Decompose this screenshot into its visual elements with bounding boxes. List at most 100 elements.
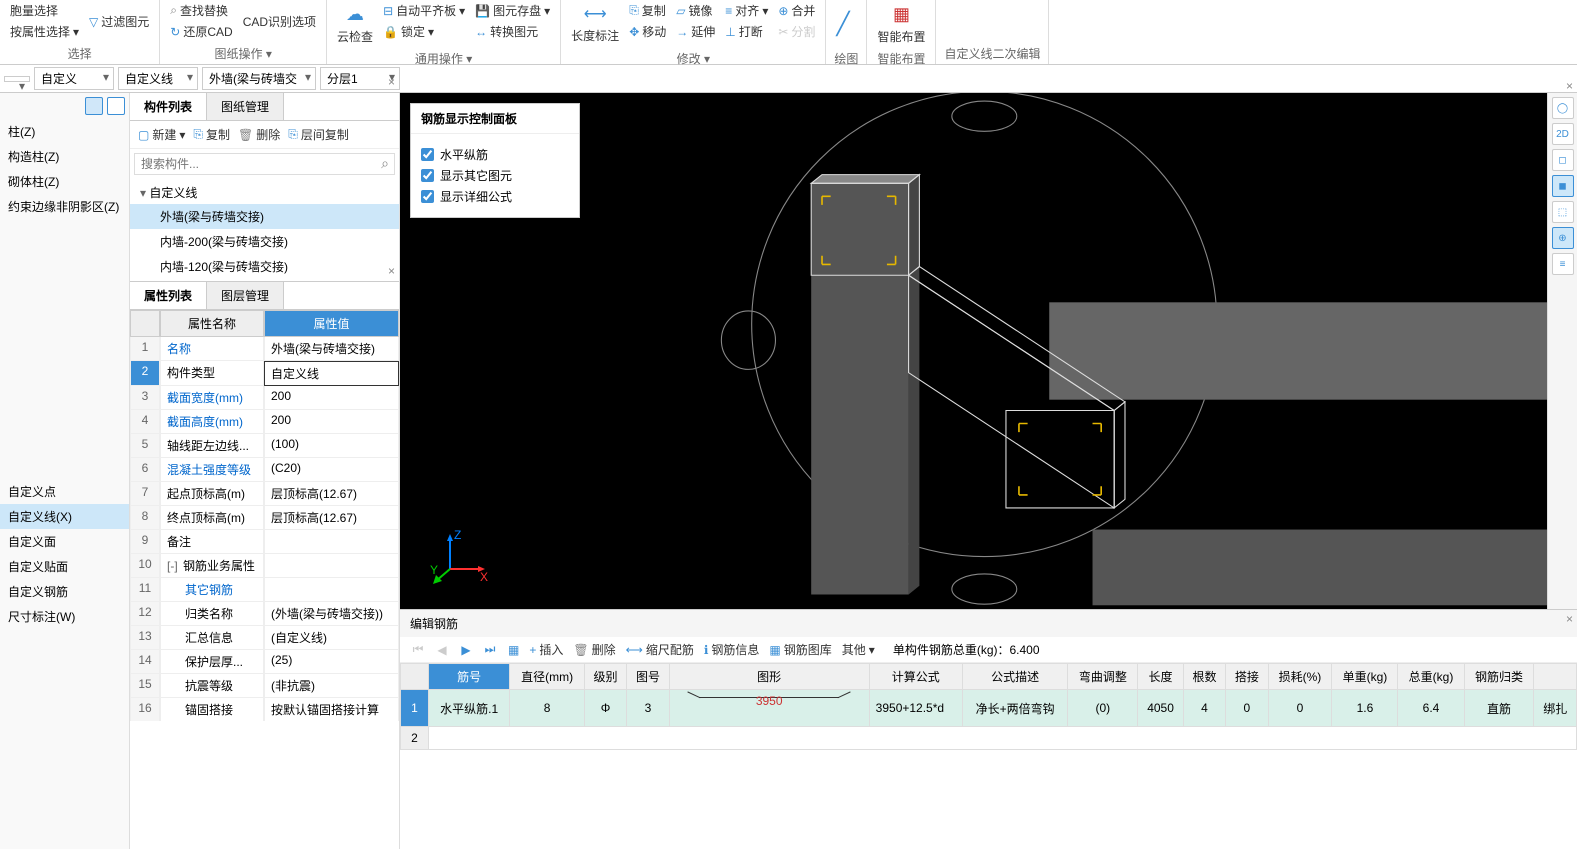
nav-custom-rebar[interactable]: 自定义钢筋 bbox=[0, 579, 129, 604]
tab-component-list[interactable]: 构件列表 bbox=[130, 93, 207, 120]
tab-layer-mgmt[interactable]: 图层管理 bbox=[207, 282, 284, 309]
tool-orbit[interactable]: ◯ bbox=[1552, 97, 1574, 119]
col-end[interactable] bbox=[1534, 664, 1577, 690]
tab-drawing-mgmt[interactable]: 图纸管理 bbox=[207, 93, 284, 120]
insert-btn[interactable]: +插入 bbox=[529, 641, 563, 658]
length-dim-btn[interactable]: ⟷长度标注 bbox=[567, 0, 623, 48]
3d-viewport[interactable]: 钢筋显示控制面板 水平纵筋 显示其它图元 显示详细公式 bbox=[400, 93, 1547, 609]
col-formula[interactable]: 计算公式 bbox=[869, 664, 962, 690]
nav-constraint-edge[interactable]: 约束边缘非阴影区(Z) bbox=[0, 194, 129, 219]
dd-3[interactable]: 自定义线 bbox=[118, 67, 198, 90]
component-close-icon[interactable]: × bbox=[388, 75, 395, 89]
tool-box-hollow[interactable]: ◻ bbox=[1552, 149, 1574, 171]
prop-row-3[interactable]: 3截面宽度(mm)200 bbox=[130, 386, 399, 410]
prop-row-7[interactable]: 7起点顶标高(m)层顶标高(12.67) bbox=[130, 482, 399, 506]
prop-row-2[interactable]: 2构件类型自定义线 bbox=[130, 361, 399, 386]
rebar-library-btn[interactable]: ▦钢筋图库 bbox=[769, 641, 831, 658]
prop-row-15[interactable]: 15抗震等级(非抗震) bbox=[130, 674, 399, 698]
search-input[interactable] bbox=[134, 153, 395, 175]
batch-select-btn[interactable]: 胞量选择 bbox=[6, 0, 83, 21]
prop-row-13[interactable]: 13汇总信息(自定义线) bbox=[130, 626, 399, 650]
nav-custom-face[interactable]: 自定义面 bbox=[0, 529, 129, 554]
check-show-others[interactable]: 显示其它图元 bbox=[421, 167, 569, 184]
tool-box-solid[interactable]: ◼ bbox=[1552, 175, 1574, 197]
smart-layout-btn[interactable]: ▦智能布置 bbox=[873, 0, 929, 48]
dd-1[interactable] bbox=[4, 76, 30, 82]
view-list-icon[interactable] bbox=[85, 97, 103, 115]
col-length[interactable]: 长度 bbox=[1138, 664, 1183, 690]
delete-component-btn[interactable]: 🗑删除 bbox=[238, 126, 280, 143]
col-lap[interactable]: 搭接 bbox=[1226, 664, 1268, 690]
cad-options-btn[interactable]: CAD识别选项 bbox=[239, 0, 320, 43]
new-component-btn[interactable]: ▢新建 ▾ bbox=[138, 126, 185, 143]
draw-line-btn[interactable]: ╱ bbox=[832, 0, 853, 48]
prop-row-5[interactable]: 5轴线距左边线...(100) bbox=[130, 434, 399, 458]
col-category[interactable]: 钢筋归类 bbox=[1464, 664, 1534, 690]
tool-target[interactable]: ⊕ bbox=[1552, 227, 1574, 249]
split-btn[interactable]: ✂分割 bbox=[774, 21, 819, 42]
tool-list[interactable]: ≡ bbox=[1552, 253, 1574, 275]
prop-row-12[interactable]: 12归类名称(外墙(梁与砖墙交接)) bbox=[130, 602, 399, 626]
nav-first-icon[interactable]: ⏮ bbox=[410, 642, 426, 658]
dd-4[interactable]: 外墙(梁与砖墙交 bbox=[202, 67, 316, 90]
nav-struct-column[interactable]: 构造柱(Z) bbox=[0, 144, 129, 169]
extend-btn[interactable]: →延伸 bbox=[672, 21, 719, 42]
tree-item-inner-200[interactable]: 内墙-200(梁与砖墙交接) bbox=[130, 229, 399, 254]
delete-rebar-btn[interactable]: 🗑删除 bbox=[573, 641, 615, 658]
check-horizontal-rebar[interactable]: 水平纵筋 bbox=[421, 146, 569, 163]
prop-row-6[interactable]: 6混凝土强度等级(C20) bbox=[130, 458, 399, 482]
align-btn[interactable]: ≡对齐 ▾ bbox=[721, 0, 772, 21]
cloud-check-btn[interactable]: ☁云检查 bbox=[333, 0, 377, 48]
move-btn[interactable]: ✥移动 bbox=[625, 21, 670, 42]
prop-row-10[interactable]: 10[-] 钢筋业务属性 bbox=[130, 554, 399, 578]
nav-masonry-column[interactable]: 砌体柱(Z) bbox=[0, 169, 129, 194]
prop-row-14[interactable]: 14保护层厚...(25) bbox=[130, 650, 399, 674]
rebar-row-1[interactable]: 1 水平纵筋.1 8 Φ 3 3950 3950+12.5*d 净长+两倍弯钩 … bbox=[401, 690, 1577, 727]
col-total-weight[interactable]: 总重(kg) bbox=[1398, 664, 1464, 690]
nav-custom-line[interactable]: 自定义线(X) bbox=[0, 504, 129, 529]
nav-last-icon[interactable]: ⏭ bbox=[482, 642, 498, 658]
rebar-info-btn[interactable]: ℹ钢筋信息 bbox=[704, 641, 760, 658]
col-rebar-num[interactable]: 筋号 bbox=[429, 664, 510, 690]
check-show-formula[interactable]: 显示详细公式 bbox=[421, 188, 569, 205]
lock-btn[interactable]: 🔒锁定 ▾ bbox=[379, 21, 469, 42]
col-bend[interactable]: 弯曲调整 bbox=[1068, 664, 1138, 690]
copy-component-btn[interactable]: ⎘复制 bbox=[193, 126, 230, 143]
col-level[interactable]: 级别 bbox=[584, 664, 626, 690]
rebar-shape-btn[interactable]: ▦ bbox=[508, 643, 519, 657]
break-btn[interactable]: ⊥打断 bbox=[721, 21, 772, 42]
tab-properties[interactable]: 属性列表 bbox=[130, 282, 207, 309]
filter-elements-btn[interactable]: ▽过滤图元 bbox=[85, 0, 153, 43]
property-close-icon[interactable]: × bbox=[388, 264, 395, 278]
col-loss[interactable]: 损耗(%) bbox=[1268, 664, 1332, 690]
prop-row-8[interactable]: 8终点顶标高(m)层顶标高(12.67) bbox=[130, 506, 399, 530]
restore-cad-btn[interactable]: ↻还原CAD bbox=[166, 21, 236, 42]
rebar-row-2[interactable]: 2 bbox=[401, 727, 1577, 750]
nav-custom-point[interactable]: 自定义点 bbox=[0, 479, 129, 504]
find-replace-btn[interactable]: ⌕查找替换 bbox=[166, 0, 236, 21]
tree-item-inner-120[interactable]: 内墙-120(梁与砖墙交接) bbox=[130, 254, 399, 279]
tool-select-rect[interactable]: ⬚ bbox=[1552, 201, 1574, 223]
nav-prev-icon[interactable]: ◀ bbox=[434, 642, 450, 658]
col-unit-weight[interactable]: 单重(kg) bbox=[1332, 664, 1398, 690]
nav-next-icon[interactable]: ▶ bbox=[458, 642, 474, 658]
tree-item-outer-wall[interactable]: 外墙(梁与砖墙交接) bbox=[130, 204, 399, 229]
prop-row-4[interactable]: 4截面高度(mm)200 bbox=[130, 410, 399, 434]
select-by-attr-btn[interactable]: 按属性选择 ▾ bbox=[6, 21, 83, 42]
prop-row-9[interactable]: 9备注 bbox=[130, 530, 399, 554]
merge-btn[interactable]: ⊕合并 bbox=[774, 0, 819, 21]
convert-element-btn[interactable]: ↔转换图元 bbox=[471, 21, 554, 42]
col-count[interactable]: 根数 bbox=[1183, 664, 1225, 690]
rebar-editor-close-icon[interactable]: × bbox=[1566, 612, 1573, 626]
prop-row-11[interactable]: 11其它钢筋 bbox=[130, 578, 399, 602]
mirror-btn[interactable]: ▱镜像 bbox=[672, 0, 719, 21]
tool-2d[interactable]: 2D bbox=[1552, 123, 1574, 145]
nav-dimension[interactable]: 尺寸标注(W) bbox=[0, 604, 129, 629]
scale-rebar-btn[interactable]: ⟷缩尺配筋 bbox=[626, 641, 694, 658]
nav-custom-veneer[interactable]: 自定义贴面 bbox=[0, 554, 129, 579]
nav-column[interactable]: 柱(Z) bbox=[0, 119, 129, 144]
other-btn[interactable]: 其他 ▾ bbox=[842, 641, 875, 658]
col-diameter[interactable]: 直径(mm) bbox=[510, 664, 584, 690]
view-grid-icon[interactable] bbox=[107, 97, 125, 115]
dd-2[interactable]: 自定义 bbox=[34, 67, 114, 90]
